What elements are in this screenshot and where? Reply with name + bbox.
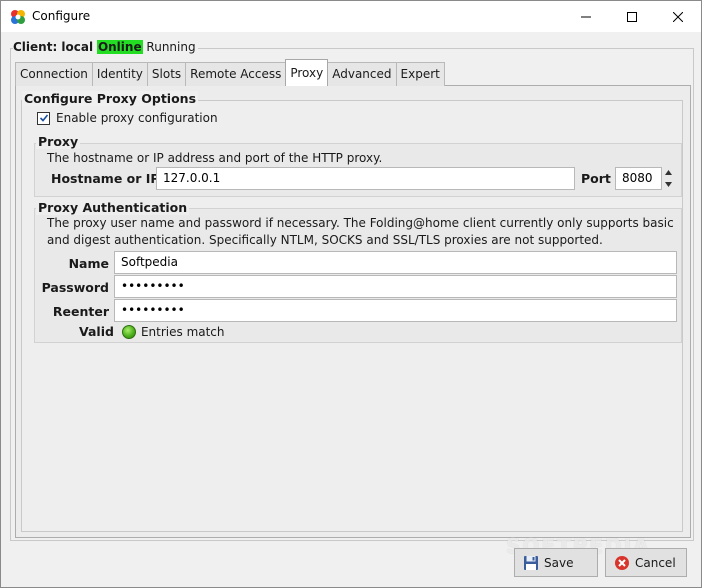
tab-proxy[interactable]: Proxy (285, 59, 329, 86)
folding-at-home-icon (11, 10, 25, 24)
tab-advanced[interactable]: Advanced (327, 62, 397, 86)
cancel-button-label: Cancel (635, 555, 676, 570)
maximize-icon (627, 11, 637, 22)
tab-bar: Connection Identity Slots Remote Access … (15, 59, 445, 86)
valid-led-icon (121, 324, 136, 339)
port-down-button[interactable] (663, 179, 674, 189)
enable-proxy-checkbox[interactable] (37, 111, 50, 125)
hostname-input[interactable]: 127.0.0.1 (156, 167, 575, 190)
cancel-icon (615, 555, 629, 570)
client-state: Running (146, 40, 196, 54)
port-input[interactable]: 8080 (615, 167, 662, 190)
reenter-input[interactable]: ••••••••• (114, 299, 677, 322)
tab-connection[interactable]: Connection (15, 62, 93, 86)
tab-expert[interactable]: Expert (395, 62, 445, 86)
proxy-group-title: Proxy (36, 134, 81, 149)
password-input[interactable]: ••••••••• (114, 275, 677, 298)
save-button-label: Save (544, 555, 574, 570)
proxy-description: The hostname or IP address and port of t… (47, 151, 383, 165)
title-bar: Configure (1, 1, 701, 32)
minimize-button[interactable] (563, 1, 609, 32)
valid-status-text: Entries match (140, 324, 225, 339)
maximize-button[interactable] (609, 1, 655, 32)
save-icon (524, 555, 538, 570)
enable-proxy-row[interactable]: Enable proxy configuration (37, 111, 218, 125)
client-label: Client: local (13, 40, 94, 54)
port-up-button[interactable] (663, 167, 674, 177)
reenter-label: Reenter (52, 304, 109, 319)
valid-row: Valid Entries match (79, 324, 225, 339)
valid-label: Valid (79, 324, 114, 339)
save-button[interactable]: Save (514, 548, 598, 577)
hostname-label: Hostname or IP (51, 171, 160, 186)
proxy-auth-description-2: and digest authentication. Specifically … (47, 233, 603, 247)
tab-slots[interactable]: Slots (146, 62, 187, 86)
tab-remote-access[interactable]: Remote Access (185, 62, 287, 86)
port-stepper[interactable] (663, 167, 674, 189)
window-title: Configure (32, 9, 91, 23)
close-button[interactable] (655, 1, 701, 32)
chevron-up-icon (665, 169, 672, 175)
status-badge: Online (96, 40, 143, 54)
tab-identity[interactable]: Identity (91, 62, 148, 86)
cancel-button[interactable]: Cancel (605, 548, 687, 577)
client-status-line: Client: local Online Running (13, 40, 198, 54)
chevron-down-icon (665, 181, 672, 187)
close-icon (673, 11, 683, 22)
name-label: Name (68, 256, 109, 271)
port-label: Port (581, 171, 611, 186)
checkmark-icon (39, 114, 48, 122)
password-label: Password (41, 280, 109, 295)
configure-window: Configure Client: local Online Running C… (0, 0, 702, 588)
proxy-options-title: Configure Proxy Options (22, 91, 199, 106)
proxy-auth-title: Proxy Authentication (36, 200, 190, 215)
proxy-auth-description-1: The proxy user name and password if nece… (47, 216, 674, 230)
name-input[interactable]: Softpedia (114, 251, 677, 274)
minimize-icon (581, 16, 591, 17)
enable-proxy-label: Enable proxy configuration (56, 111, 218, 125)
